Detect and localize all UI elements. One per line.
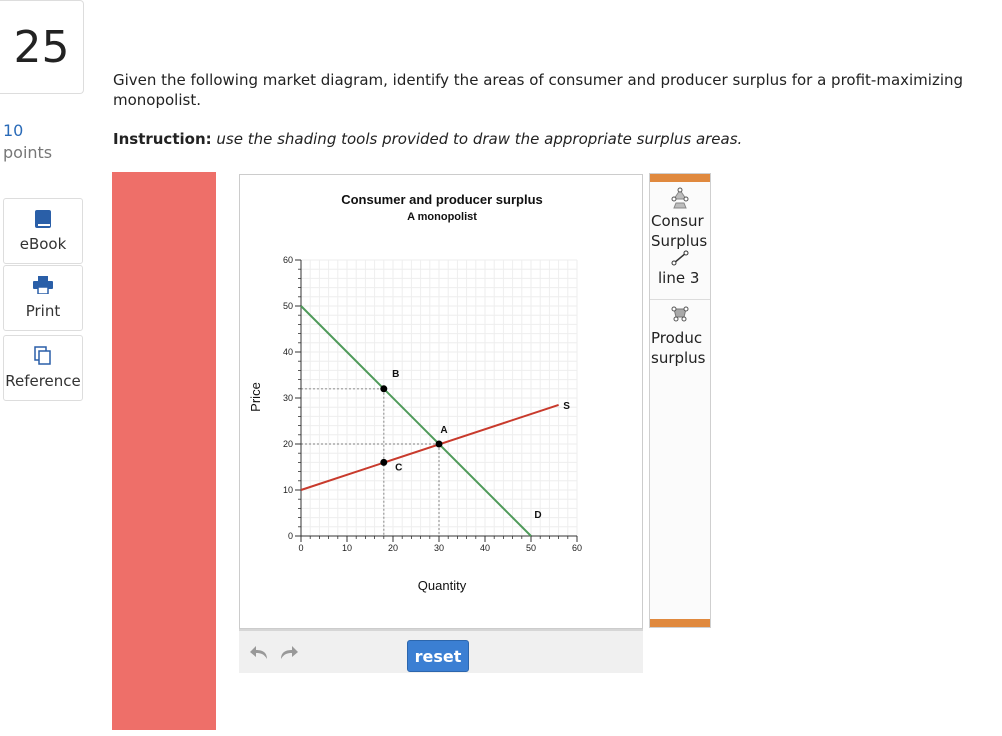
y-tick-label: 10: [283, 485, 293, 495]
graph-canvas[interactable]: Consumer and producer surplus A monopoli…: [239, 174, 643, 629]
print-label: Print: [25, 302, 61, 320]
red-margin-bar: [112, 172, 216, 730]
x-tick-label: 60: [572, 543, 582, 553]
print-button[interactable]: Print: [3, 265, 83, 331]
instruction-label: Instruction:: [113, 130, 212, 148]
polygon-tool-icon: [671, 303, 689, 331]
y-axis-label: Price: [248, 382, 263, 412]
point-a: [435, 440, 443, 448]
polygon-tool-icon: [671, 186, 689, 214]
book-icon: [34, 209, 52, 229]
point-label-a: A: [440, 425, 447, 436]
instruction: Instruction: use the shading tools provi…: [113, 130, 742, 148]
documents-icon: [34, 346, 52, 366]
producer-surplus-line-2: surplus: [651, 349, 706, 367]
line-3-label: line 3: [658, 269, 700, 287]
chart-points: B A C: [380, 369, 448, 473]
x-tick-label: 50: [526, 543, 536, 553]
series-label-s: S: [563, 401, 570, 412]
drawing-tools-palette: Consur Surplus line 3 Produc surplus: [649, 173, 711, 628]
y-tick-label: 20: [283, 439, 293, 449]
chart-grid: [300, 259, 578, 537]
points-value: 10: [3, 121, 24, 140]
points-info: 10 points: [3, 120, 52, 164]
series-line-d: [300, 305, 532, 537]
point-b: [380, 385, 388, 393]
printer-icon: [33, 276, 53, 296]
graph-toolbar: reset: [239, 629, 643, 673]
series-label-d: D: [534, 510, 541, 521]
reset-button[interactable]: reset: [407, 640, 469, 672]
x-tick-label: 40: [480, 543, 490, 553]
market-chart[interactable]: Consumer and producer surplus A monopoli…: [240, 175, 642, 628]
producer-surplus-line-1: Produc: [651, 329, 703, 347]
y-tick-label: 30: [283, 393, 293, 403]
line-tool-icon: [671, 250, 689, 270]
x-tick-label: 30: [434, 543, 444, 553]
line-3-tool[interactable]: line 3: [650, 246, 710, 296]
y-tick-label: 0: [288, 531, 293, 541]
y-tick-label: 50: [283, 301, 293, 311]
redo-icon[interactable]: [277, 645, 299, 663]
question-number: 25: [0, 0, 84, 94]
chart-title: Consumer and producer surplus: [341, 192, 543, 207]
x-tick-label: 10: [342, 543, 352, 553]
chart-subtitle: A monopolist: [407, 211, 477, 223]
ebook-button[interactable]: eBook: [3, 198, 83, 264]
question-text: Given the following market diagram, iden…: [113, 71, 964, 109]
point-label-b: B: [392, 369, 399, 380]
palette-scroll-down[interactable]: [650, 619, 710, 627]
point-c: [380, 458, 388, 466]
x-tick-label: 20: [388, 543, 398, 553]
y-tick-label: 60: [283, 255, 293, 265]
palette-divider: [650, 299, 710, 300]
ebook-label: eBook: [19, 235, 67, 253]
chart-series: DS: [300, 305, 570, 537]
palette-scroll-up[interactable]: [650, 174, 710, 182]
instruction-text: use the shading tools provided to draw t…: [216, 130, 743, 148]
point-label-c: C: [395, 462, 402, 473]
reference-label: Reference: [5, 372, 81, 390]
consumer-surplus-line-1: Consur: [651, 212, 704, 230]
y-tick-label: 40: [283, 347, 293, 357]
points-label: points: [3, 143, 53, 162]
undo-icon[interactable]: [249, 645, 271, 663]
producer-surplus-tool[interactable]: Produc surplus: [650, 301, 710, 371]
x-tick-label: 0: [298, 543, 303, 553]
x-axis-label: Quantity: [418, 578, 467, 593]
reference-button[interactable]: Reference: [3, 335, 83, 401]
